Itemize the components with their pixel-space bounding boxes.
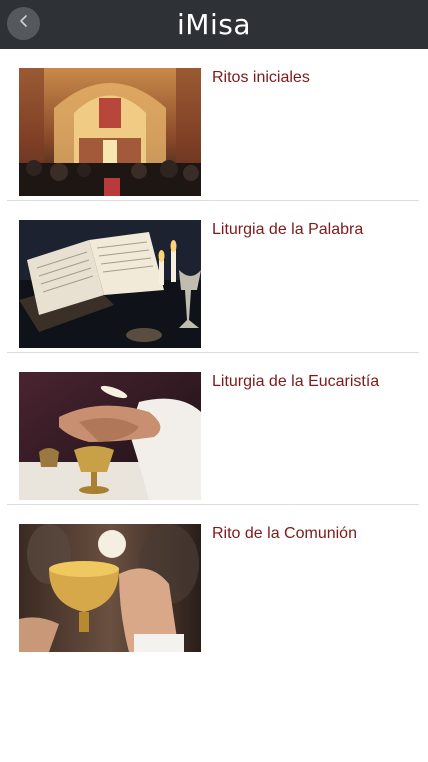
item-label: Liturgia de la Palabra [212,221,364,238]
open-bible-image [19,220,201,348]
list-item-ritos-iniciales[interactable]: Ritos iniciales [0,49,428,201]
chalice-host-image [19,524,201,652]
item-label: Liturgia de la Eucaristía [212,373,380,390]
item-label: Ritos iniciales [212,69,310,86]
list-item-liturgia-palabra[interactable]: Liturgia de la Palabra [0,201,428,353]
priest-hands-host-image [19,372,201,500]
list-item-liturgia-eucaristia[interactable]: Liturgia de la Eucaristía [0,353,428,505]
list-item-rito-comunion[interactable]: Rito de la Comunión [0,505,428,657]
item-label: Rito de la Comunión [212,525,357,542]
app-header: iMisa [0,0,428,49]
chevron-left-icon [17,14,31,33]
mass-sections-list: Ritos iniciales Liturgia de la Palabra L… [0,49,428,657]
church-interior-image [19,68,201,196]
back-button[interactable] [7,7,40,40]
page-title: iMisa [177,8,251,41]
